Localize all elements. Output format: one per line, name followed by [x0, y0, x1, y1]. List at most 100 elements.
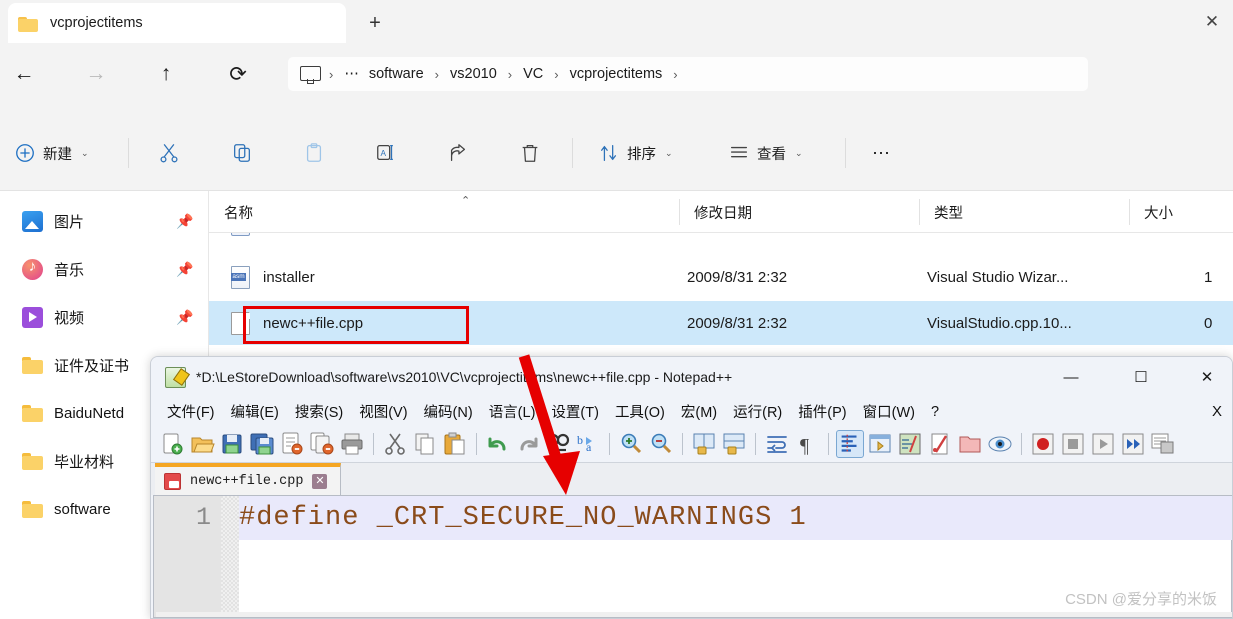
view-button-label: 查看: [757, 146, 786, 163]
find-icon[interactable]: [544, 430, 572, 458]
undo-icon[interactable]: [484, 430, 512, 458]
code-line-1[interactable]: #define _CRT_SECURE_NO_WARNINGS 1: [239, 496, 1232, 540]
maximize-button[interactable]: ☐: [1118, 357, 1164, 397]
column-header-type[interactable]: 类型: [919, 191, 1129, 233]
sync-vertical-icon[interactable]: [690, 430, 718, 458]
zoom-out-icon[interactable]: [647, 430, 675, 458]
minimize-button[interactable]: —: [1048, 357, 1094, 397]
playback-icon[interactable]: [1089, 430, 1117, 458]
menu-file[interactable]: 文件(F): [159, 399, 223, 424]
close-file-icon[interactable]: [278, 430, 306, 458]
save-icon[interactable]: [218, 430, 246, 458]
function-list-icon[interactable]: [926, 430, 954, 458]
horizontal-scrollbar[interactable]: [156, 612, 1232, 617]
zoom-in-icon[interactable]: [617, 430, 645, 458]
close-icon[interactable]: ✕: [312, 474, 328, 489]
menu-run[interactable]: 运行(R): [725, 399, 790, 424]
sidebar-item-videos[interactable]: 视频 📌: [22, 300, 208, 334]
table-row[interactable]: asm installer 2009/8/31 2:32 Visual Stud…: [209, 255, 1233, 299]
menu-view[interactable]: 视图(V): [351, 399, 415, 424]
breadcrumb-vs2010[interactable]: vs2010: [445, 66, 502, 82]
breadcrumb-vcprojectitems[interactable]: vcprojectitems: [565, 66, 668, 82]
cut-icon[interactable]: [381, 430, 409, 458]
sidebar-item-pictures[interactable]: 图片 📌: [22, 204, 208, 238]
ui-display-icon[interactable]: [866, 430, 894, 458]
trash-icon: [522, 145, 538, 162]
sync-horizontal-icon[interactable]: [720, 430, 748, 458]
menu-macro[interactable]: 宏(M): [673, 399, 725, 424]
menu-language[interactable]: 语言(L): [481, 399, 544, 424]
paste-button[interactable]: [297, 133, 331, 173]
new-button[interactable]: 新建 ⌄: [8, 133, 95, 173]
close-icon[interactable]: ✕: [1201, 10, 1223, 32]
run-multiple-icon[interactable]: [1119, 430, 1147, 458]
close-document-icon[interactable]: X: [1212, 403, 1222, 420]
document-map-icon[interactable]: [896, 430, 924, 458]
record-macro-icon[interactable]: [1029, 430, 1057, 458]
show-all-chars-icon[interactable]: ¶: [793, 430, 821, 458]
menu-plugins[interactable]: 插件(P): [790, 399, 854, 424]
back-button[interactable]: ←: [6, 56, 42, 92]
indent-guide-icon[interactable]: [836, 430, 864, 458]
rename-button[interactable]: A: [369, 133, 403, 173]
menu-tools[interactable]: 工具(O): [607, 399, 673, 424]
sort-icon: [601, 145, 617, 161]
up-button[interactable]: ↑: [148, 56, 184, 92]
save-all-icon[interactable]: [248, 430, 276, 458]
pin-icon[interactable]: 📌: [176, 309, 193, 325]
notepad-plus-plus-icon: [165, 366, 186, 388]
column-header-size[interactable]: 大小: [1129, 191, 1233, 233]
svg-text:b: b: [577, 433, 583, 447]
delete-button[interactable]: [513, 133, 547, 173]
explorer-tab-vcprojectitems[interactable]: vcprojectitems: [8, 3, 346, 43]
new-file-icon[interactable]: [158, 430, 186, 458]
replace-icon[interactable]: ba: [574, 430, 602, 458]
copy-icon: [234, 144, 250, 162]
document-tab-newcppfile[interactable]: newc++file.cpp ✕: [155, 463, 341, 496]
folder-as-workspace-icon[interactable]: [956, 430, 984, 458]
breadcrumb-overflow[interactable]: ⋯: [339, 66, 364, 82]
column-header-date-modified[interactable]: 修改日期: [679, 191, 919, 233]
chevron-down-icon: ⌄: [795, 147, 803, 158]
cut-button[interactable]: [152, 133, 186, 173]
menu-search[interactable]: 搜索(S): [287, 399, 351, 424]
folder-icon: [22, 356, 43, 374]
pin-icon[interactable]: 📌: [176, 261, 193, 277]
redo-icon[interactable]: [514, 430, 542, 458]
menu-settings[interactable]: 设置(T): [543, 399, 607, 424]
view-button[interactable]: 查看 ⌄: [722, 133, 809, 173]
close-all-icon[interactable]: [308, 430, 336, 458]
word-wrap-icon[interactable]: [763, 430, 791, 458]
copy-button[interactable]: [225, 133, 259, 173]
menu-encoding[interactable]: 编码(N): [416, 399, 481, 424]
more-options-button[interactable]: ⋯: [866, 133, 898, 173]
copy-icon[interactable]: [411, 430, 439, 458]
address-bar[interactable]: › ⋯ software › vs2010 › VC › vcprojectit…: [288, 57, 1088, 91]
save-macro-icon[interactable]: [1149, 430, 1177, 458]
monitoring-icon[interactable]: [986, 430, 1014, 458]
stop-record-icon[interactable]: [1059, 430, 1087, 458]
watermark: CSDN @爱分享的米饭: [1065, 591, 1217, 608]
menu-help[interactable]: ?: [923, 402, 947, 422]
paste-icon[interactable]: [441, 430, 469, 458]
refresh-button[interactable]: ⟳: [220, 56, 256, 92]
breadcrumb-software[interactable]: software: [364, 66, 429, 82]
share-button[interactable]: [441, 133, 475, 173]
breadcrumb-vc[interactable]: VC: [518, 66, 548, 82]
close-button[interactable]: ✕: [1184, 357, 1230, 397]
fold-margin[interactable]: [221, 496, 239, 617]
file-type: Visual Studio Definition ...: [927, 233, 1098, 236]
new-tab-button[interactable]: +: [360, 9, 390, 37]
print-icon[interactable]: [338, 430, 366, 458]
menu-edit[interactable]: 编辑(E): [223, 399, 287, 424]
forward-button[interactable]: →: [78, 56, 114, 92]
column-header-name[interactable]: 名称: [209, 191, 679, 233]
sidebar-item-music[interactable]: 音乐 📌: [22, 252, 208, 286]
open-file-icon[interactable]: [188, 430, 216, 458]
pin-icon[interactable]: 📌: [176, 213, 193, 229]
folder-icon: [22, 404, 43, 422]
menu-window[interactable]: 窗口(W): [855, 399, 923, 424]
sort-button[interactable]: 排序 ⌄: [592, 133, 679, 173]
document-tab-label: newc++file.cpp: [190, 474, 304, 489]
table-row-partial[interactable]: ...... 2009/8/31 2:32 Visual Studio Defi…: [209, 233, 1233, 255]
